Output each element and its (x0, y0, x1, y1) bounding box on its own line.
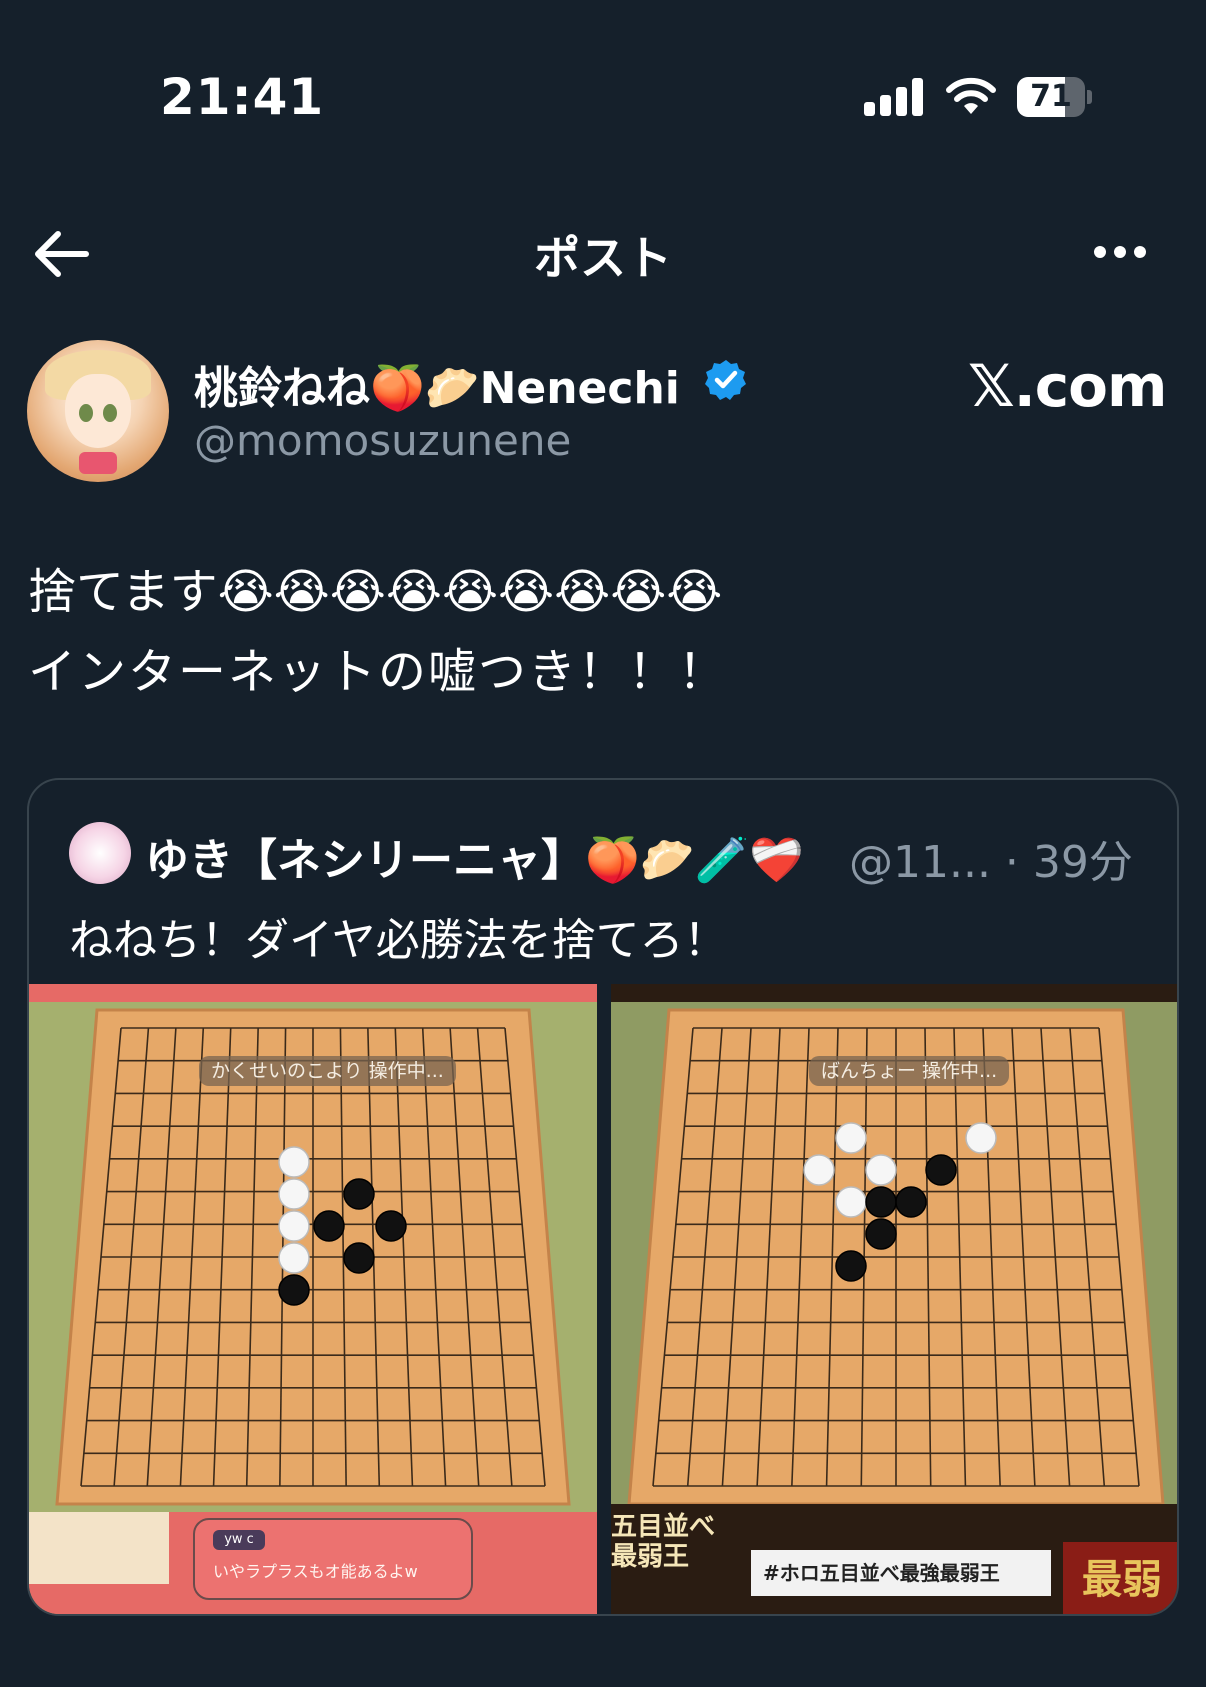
chat-username: yw c (213, 1530, 265, 1550)
image-right-hashtag: #ホロ五目並べ最強最弱王 (751, 1550, 1051, 1596)
post-text-line-2: インターネットの嘘つき！！！ (28, 644, 729, 700)
white-stone (803, 1154, 835, 1186)
wifi-icon (944, 74, 998, 118)
status-time: 21:41 (160, 68, 325, 126)
white-stone (278, 1242, 310, 1274)
white-stone (835, 1122, 867, 1154)
white-stone (835, 1186, 867, 1218)
more-options-button[interactable] (1090, 244, 1150, 262)
black-stone (375, 1210, 407, 1242)
image-right-title: 五目並べ 最弱王 (611, 1512, 716, 1572)
quoted-author-meta: @11... · 39分 (849, 837, 1133, 888)
author-display-name[interactable]: 桃鈴ねね🍑🥟Nenechi (194, 352, 680, 416)
more-icon (1094, 246, 1106, 258)
author-handle[interactable]: @momosuzunene (194, 416, 571, 465)
post-text-line-1: 捨てます😭😭😭😭😭😭😭😭😭 (28, 564, 723, 620)
image-right-footer: 五目並べ 最弱王 #ホロ五目並べ最強最弱王 最弱 (611, 1504, 1177, 1614)
black-stone (343, 1178, 375, 1210)
image-left-footer: yw c いやラプラスもオ能あるよw (29, 1512, 597, 1614)
author-avatar[interactable] (27, 340, 169, 482)
cellular-signal-icon (864, 78, 924, 116)
black-stone (865, 1218, 897, 1250)
quoted-author-avatar[interactable] (69, 822, 131, 884)
black-stone (343, 1242, 375, 1274)
quoted-image-left[interactable]: かくせいのこより 操作中... yw c いやラプラスもオ能あるよw (29, 984, 597, 1614)
black-stone (835, 1250, 867, 1282)
quoted-post-text: ねねち！ダイヤ必勝法を捨てろ！ (69, 915, 728, 966)
quoted-author-name: ゆき【ネシリーニャ】🍑🥟🧪❤️‍🩹 (145, 835, 805, 886)
quoted-post-card[interactable]: ゆき【ネシリーニャ】🍑🥟🧪❤️‍🩹 @11... · 39分 ねねち！ダイヤ必勝… (27, 778, 1179, 1616)
battery-level: 71 (1030, 79, 1072, 114)
white-stone (278, 1210, 310, 1242)
status-bar: 21:41 71 (0, 0, 1206, 190)
black-stone (313, 1210, 345, 1242)
image-right-badge: 最弱 (1063, 1542, 1177, 1614)
black-stone (865, 1186, 897, 1218)
white-stone (278, 1146, 310, 1178)
verified-badge-icon (704, 358, 748, 402)
battery-icon: 71 (1017, 77, 1092, 117)
black-stone (925, 1154, 957, 1186)
black-stone (278, 1274, 310, 1306)
image-left-banner: かくせいのこより 操作中... (199, 1056, 456, 1086)
image-right-banner: ばんちょー 操作中... (809, 1056, 1010, 1086)
black-stone (895, 1186, 927, 1218)
quoted-image-right[interactable]: ばんちょー 操作中... 五目並べ 最弱王 #ホロ五目並べ最強最弱王 最弱 (611, 984, 1177, 1614)
chat-message: いやラプラスもオ能あるよw (213, 1562, 418, 1581)
white-stone (965, 1122, 997, 1154)
page-title: ポスト (534, 231, 672, 285)
white-stone (865, 1154, 897, 1186)
x-com-watermark: 𝕏.com (968, 352, 1167, 420)
white-stone (278, 1178, 310, 1210)
